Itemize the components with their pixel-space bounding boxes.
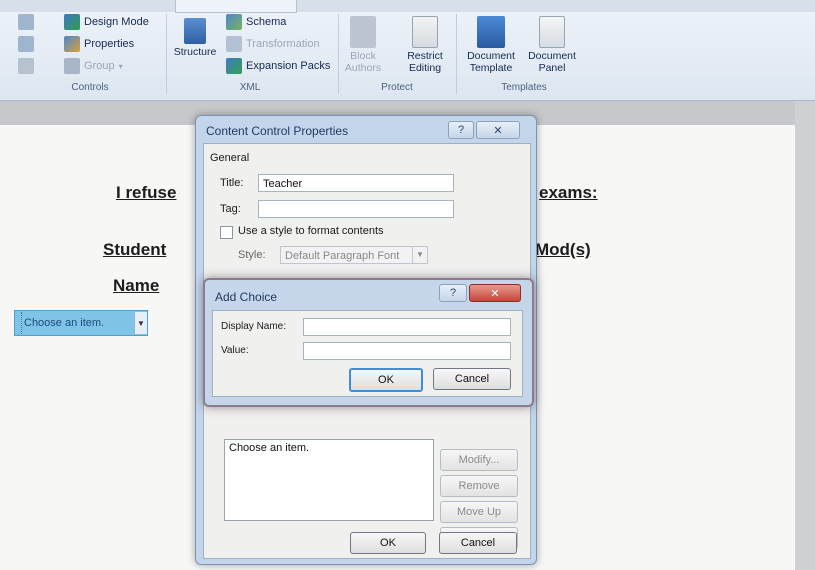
cancel-button[interactable]: Cancel (433, 368, 511, 390)
dropdown-content-control[interactable]: Choose an item. ▼ (14, 310, 148, 336)
schema-icon (226, 14, 242, 30)
help-button[interactable]: ? (439, 284, 467, 302)
group-button[interactable]: Group ▾ (64, 58, 123, 74)
templates-group-label: Templates (501, 82, 547, 93)
protect-group-label: Protect (381, 82, 413, 93)
ok-button[interactable]: OK (350, 532, 426, 554)
chevron-down-icon: ▼ (412, 247, 427, 263)
add-choice-body: Display Name: Value: OK Cancel (212, 310, 523, 397)
document-panel-button[interactable]: Document Panel (522, 16, 582, 74)
document-template-button[interactable]: Document Template (460, 16, 522, 74)
group-icon (64, 58, 80, 74)
doc-text-exams: exams: (539, 183, 598, 202)
tag-label: Tag: (220, 203, 241, 215)
modify-button[interactable]: Modify... (440, 449, 518, 471)
ribbon-separator (166, 14, 167, 94)
design-mode-icon (64, 14, 80, 30)
rich-text-control-icon[interactable] (18, 14, 34, 30)
help-button[interactable]: ? (448, 121, 474, 139)
properties-button[interactable]: Properties (64, 36, 134, 52)
general-section-label: General (210, 152, 250, 164)
doc-text-name: Name (113, 276, 160, 295)
use-style-label: Use a style to format contents (238, 225, 384, 237)
group-dropdown-icon: ▾ (118, 61, 123, 71)
block-authors-icon (350, 16, 376, 48)
structure-icon (184, 18, 206, 44)
active-ribbon-tab[interactable] (175, 0, 297, 13)
title-label: Title: (220, 177, 244, 189)
doc-text-mods: Mod(s) (535, 240, 591, 259)
cancel-button[interactable]: Cancel (439, 532, 517, 554)
dropdown-list-properties-list[interactable]: Choose an item. (224, 439, 434, 521)
close-button[interactable]: ✕ (469, 284, 521, 302)
doc-text-i-refuse: I refuse (116, 183, 177, 202)
content-control-handle[interactable] (15, 312, 22, 334)
value-label: Value: (221, 345, 249, 356)
move-up-button[interactable]: Move Up (440, 501, 518, 523)
block-authors-button[interactable]: Block Authors (342, 16, 384, 74)
transformation-button[interactable]: Transformation (226, 36, 320, 52)
remove-button[interactable]: Remove (440, 475, 518, 497)
ribbon-separator (456, 14, 457, 94)
style-select-value: Default Paragraph Font (285, 250, 400, 262)
structure-button[interactable]: Structure (170, 18, 220, 58)
ok-button[interactable]: OK (349, 368, 423, 392)
xml-group-label: XML (239, 82, 261, 93)
value-input[interactable] (303, 342, 511, 360)
design-mode-button[interactable]: Design Mode (64, 14, 149, 30)
properties-icon (64, 36, 80, 52)
picture-control-icon[interactable] (18, 36, 34, 52)
controls-group-label: Controls (71, 82, 109, 93)
list-item[interactable]: Choose an item. (225, 440, 433, 456)
doc-text-student: Student (103, 240, 167, 259)
legacy-tools-icon[interactable] (18, 58, 34, 74)
transformation-icon (226, 36, 242, 52)
add-choice-title: Add Choice (215, 290, 278, 304)
chevron-down-icon[interactable]: ▼ (134, 312, 147, 334)
schema-button[interactable]: Schema (226, 14, 286, 30)
ribbon-tab-strip (0, 0, 815, 13)
close-button[interactable]: ✕ (476, 121, 520, 139)
style-select[interactable]: Default Paragraph Font ▼ (280, 246, 428, 264)
display-name-label: Display Name: (221, 321, 287, 332)
add-choice-dialog: Add Choice ? ✕ Display Name: Value: OK C… (203, 278, 534, 407)
tag-input[interactable] (258, 200, 454, 218)
content-control-text: Choose an item. (24, 317, 105, 329)
dialog-title: Content Control Properties (206, 124, 349, 138)
title-input[interactable]: Teacher (258, 174, 454, 192)
restrict-editing-button[interactable]: Restrict Editing (400, 16, 450, 74)
expansion-packs-button[interactable]: Expansion Packs (226, 58, 330, 74)
ribbon-separator (338, 14, 339, 94)
document-panel-icon (539, 16, 565, 48)
use-style-checkbox[interactable] (220, 226, 233, 239)
style-label: Style: (238, 249, 266, 261)
restrict-editing-icon (412, 16, 438, 48)
ribbon: Design Mode Properties Group ▾ Controls … (0, 0, 815, 101)
document-template-icon (477, 16, 505, 48)
expansion-packs-icon (226, 58, 242, 74)
display-name-input[interactable] (303, 318, 511, 336)
